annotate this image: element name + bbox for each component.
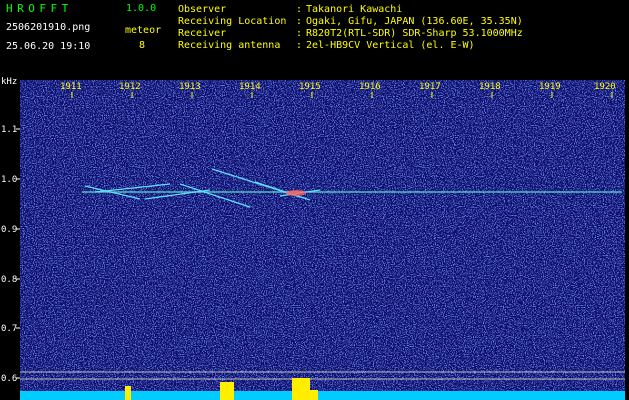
hour-label: 1911	[60, 82, 82, 92]
info-key: Observer	[178, 4, 227, 15]
info-row-observer: Observer: Takanori Kawachi	[178, 4, 403, 15]
y-label: 0.6	[1, 374, 17, 384]
signal-peak	[310, 390, 318, 400]
waterfall-background	[20, 80, 625, 400]
hour-label: 1913	[179, 82, 201, 92]
image-filename: 2506201910.png	[6, 22, 91, 33]
meteor-count: 8	[139, 40, 146, 51]
y-label: 0.7	[1, 324, 17, 334]
hour-label: 1918	[479, 82, 501, 92]
hour-label: 1912	[119, 82, 141, 92]
info-row-receiver: Receiver: R820T2(RTL-SDR) SDR-Sharp 53.10…	[178, 28, 523, 39]
spectrogram-panel: 1911 1912 1913 1914 1915 1916 1917 1918 …	[0, 72, 629, 400]
y-label: 1.0	[1, 175, 17, 185]
app-title: HROFFT	[6, 2, 73, 15]
hour-label: 1916	[359, 82, 381, 92]
meteor-label: meteor	[125, 25, 162, 36]
info-key: Receiving Location	[178, 16, 287, 27]
signal-peak	[220, 382, 234, 400]
capture-datetime: 25.06.20 19:10	[6, 41, 91, 52]
info-value: 2el-HB9CV Vertical (el. E-W)	[306, 40, 475, 51]
info-row-antenna: Receiving antenna:2el-HB9CV Vertical (el…	[178, 40, 475, 51]
info-row-location: Receiving Location: Ogaki, Gifu, JAPAN (1…	[178, 16, 523, 27]
signal-peak	[125, 386, 131, 400]
info-value: Ogaki, Gifu, JAPAN (136.60E, 35.35N)	[306, 16, 523, 27]
unit-label: kHz	[1, 77, 17, 87]
hour-label: 1919	[539, 82, 561, 92]
spectrogram: 1911 1912 1913 1914 1915 1916 1917 1918 …	[0, 72, 629, 400]
info-key: Receiver	[178, 28, 227, 39]
header: HROFFT 1.0.0 2506201910.png 25.06.20 19:…	[0, 0, 629, 72]
info-value: R820T2(RTL-SDR) SDR-Sharp 53.1000MHz	[306, 28, 523, 39]
hour-label: 1917	[419, 82, 441, 92]
hour-label: 1914	[239, 82, 261, 92]
signal-level-bar	[20, 391, 625, 400]
info-value: Takanori Kawachi	[306, 4, 403, 15]
y-label: 1.1	[1, 125, 17, 135]
y-label: 0.8	[1, 275, 17, 285]
hour-label: 1920	[594, 82, 616, 92]
y-label: 0.9	[1, 225, 17, 235]
hour-label: 1915	[299, 82, 321, 92]
signal-peak	[292, 378, 310, 400]
info-key: Receiving antenna	[178, 40, 281, 51]
app-version: 1.0.0	[126, 3, 157, 14]
meteor-head-echo	[286, 190, 306, 196]
